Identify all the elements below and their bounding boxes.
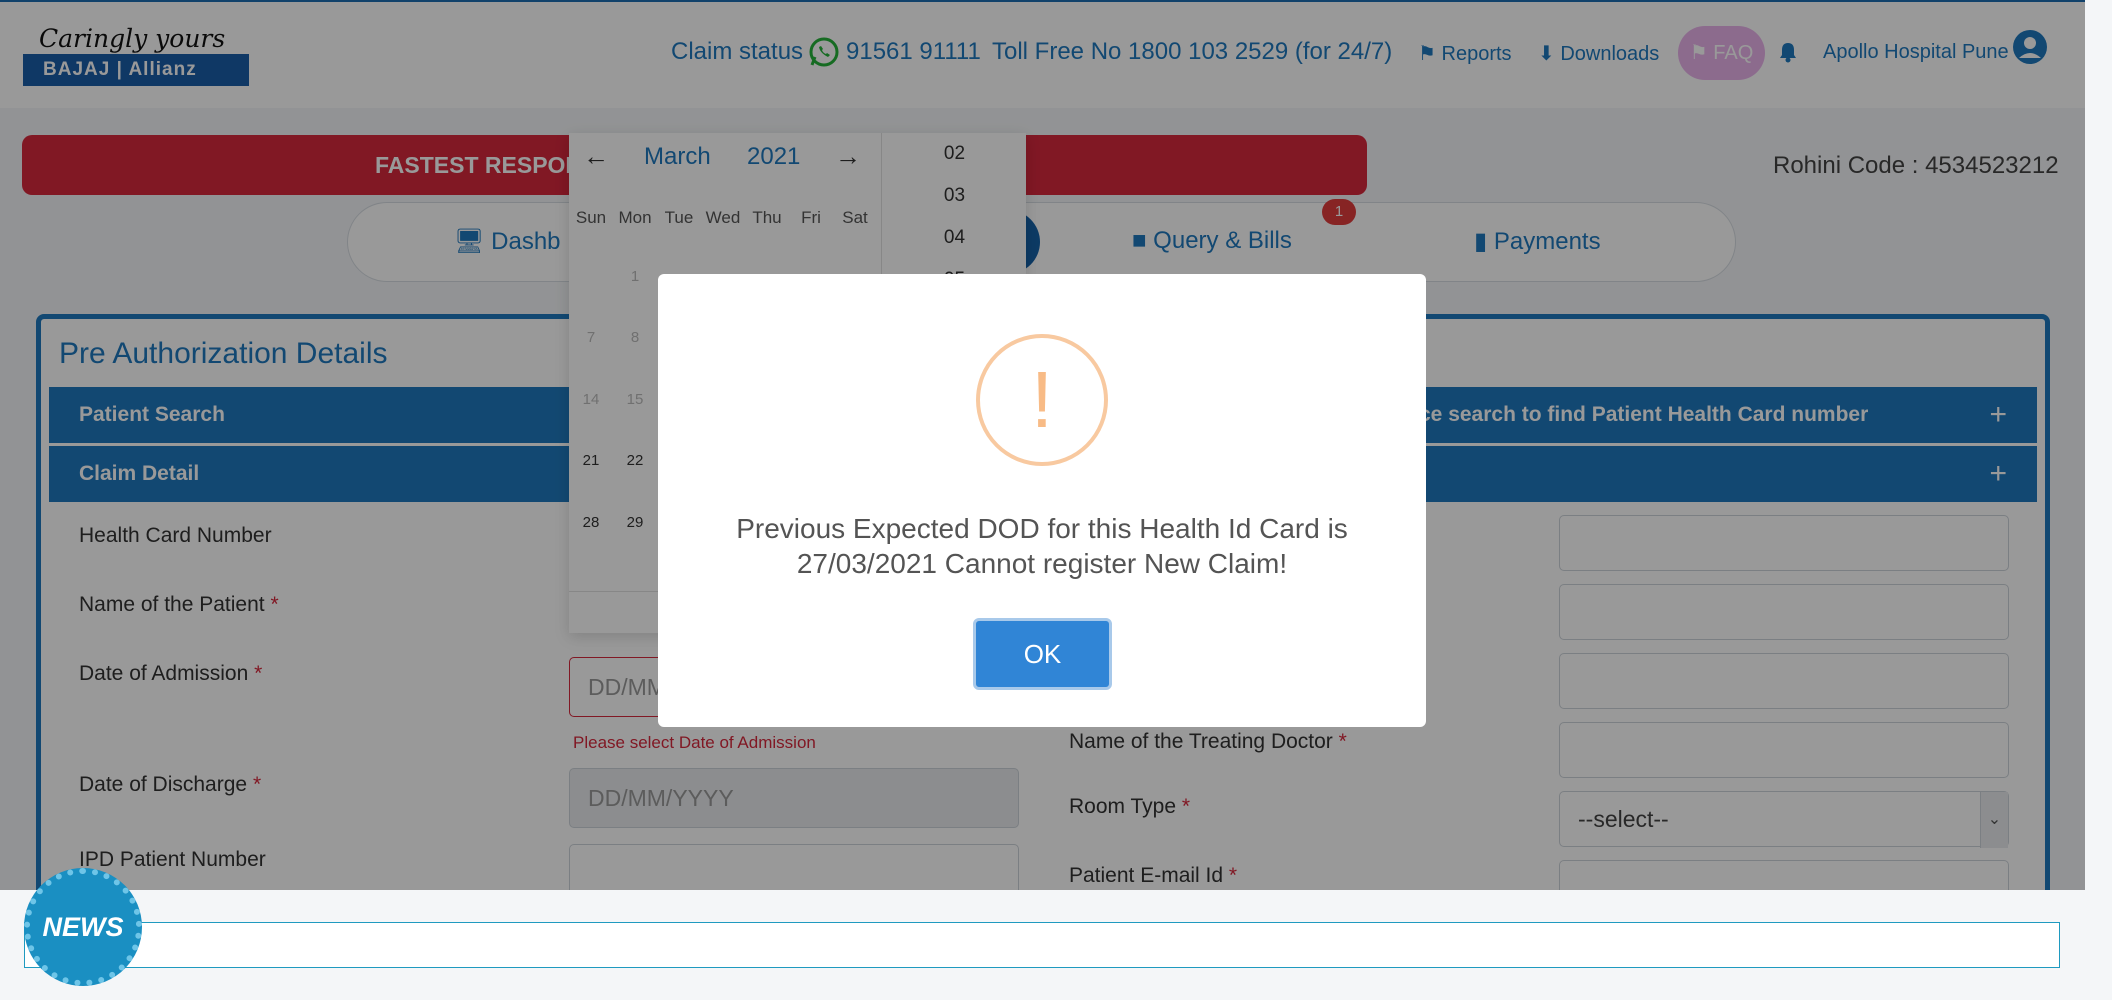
news-ticker: [24, 922, 2060, 968]
warning-icon: !: [976, 334, 1108, 466]
alert-dialog: ! Previous Expected DOD for this Health …: [658, 274, 1426, 727]
ok-button[interactable]: OK: [973, 618, 1112, 690]
alert-message: Previous Expected DOD for this Health Id…: [736, 513, 1348, 579]
news-badge: NEWS: [24, 868, 142, 986]
